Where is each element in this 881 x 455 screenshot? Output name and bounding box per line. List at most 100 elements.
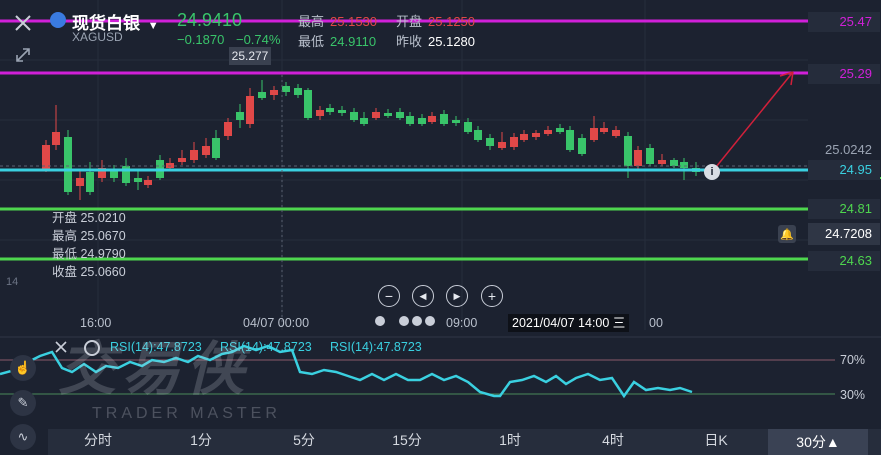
close-icon [15,15,31,31]
rsi-label-3: RSI(14):47.8723 [330,340,422,354]
axis-fragment: 14 [6,276,19,288]
candle-body [520,134,528,140]
close-button[interactable] [10,10,36,36]
candle-body [350,112,358,120]
candle-body [600,128,608,132]
cursor-tool-icon[interactable]: ☝ [10,355,36,381]
scroll-back-button[interactable]: ◀ [412,285,434,307]
watermark-subtitle: TRADER MASTER [92,405,281,422]
candle-body [64,137,72,192]
candle-body [396,112,404,118]
quote-low: 最低 24.9110 [298,34,377,49]
tf-1m[interactable]: 1分 [171,430,231,450]
tf-4h[interactable]: 4时 [583,430,643,450]
shrink-icon [16,48,30,62]
ohlc-close: 收盘 25.0660 [52,265,126,279]
level-tag-24-81[interactable]: 24.81 [808,199,880,219]
page-dot[interactable] [399,316,409,326]
ohlc-high: 最高 25.0670 [52,229,126,243]
zoom-out-button[interactable]: − [378,285,400,307]
candle-body [202,146,210,155]
level-tag-25-47[interactable]: 25.47 [808,12,880,32]
info-icon[interactable]: i [704,164,720,180]
candle-body [236,112,244,120]
candle-body [212,138,220,158]
candle-body [76,178,84,186]
candle-body [270,90,278,95]
page-dot[interactable] [425,316,435,326]
candle-body [464,122,472,132]
watermark-logo: 交易侠 [58,337,251,402]
change-percent: −0.74% [235,32,281,47]
candle-body [498,142,506,148]
rsi-level-70: 70% [840,353,866,367]
time-label-3: 09:00 [446,316,478,330]
page-dot[interactable] [412,316,422,326]
symbol-logo-icon [50,12,66,28]
candle-body [294,88,302,95]
ohlc-low: 最低 24.9790 [52,247,126,261]
candle-body [178,158,186,162]
bell-icon[interactable]: 🔔 [778,225,796,243]
candle-body [590,128,598,140]
zoom-in-button[interactable]: + [481,285,503,307]
crosshair-time-label: 2021/04/07 14:00 三 [508,314,630,332]
pager-dots[interactable] [375,316,435,326]
price-change: −0.1870 −0.74% [177,32,280,47]
candle-body [372,112,380,118]
candle-body [544,130,552,134]
candle-body [624,136,632,166]
candle-body [190,150,198,160]
candle-body [338,110,346,113]
rsi-level-30: 30% [840,388,866,402]
candle-body [86,172,94,192]
pen-tool-icon[interactable]: ✎ [10,390,36,416]
candle-body [680,162,688,168]
ohlc-open: 开盘 25.0210 [52,211,126,225]
candle-body [282,86,290,92]
tf-1h[interactable]: 1时 [480,430,540,450]
level-tag-24-95[interactable]: 24.95 [808,160,880,180]
high-callout: 25.277 [229,47,271,65]
time-label-2: 04/07 00:00 [243,316,310,330]
candle-body [612,130,620,136]
alert-price-tag[interactable]: 24.7208 [808,223,880,245]
candle-body [304,90,312,118]
quote-prev-close: 昨收 25.1280 [396,34,476,49]
level-tag-25-29[interactable]: 25.29 [808,64,880,84]
candle-body [144,180,152,185]
candle-body [670,160,678,166]
page-dot[interactable] [375,316,385,326]
collapse-button[interactable] [10,42,36,68]
symbol-code: XAGUSD [72,30,123,44]
candle-body [258,92,266,98]
tf-5m[interactable]: 5分 [274,430,334,450]
candle-body [326,108,334,112]
candle-body [556,128,564,132]
candle-body [474,130,482,140]
candle-body [224,122,232,136]
quote-open: 开盘 25.1250 [396,14,476,29]
scroll-forward-button[interactable]: ▶ [446,285,468,307]
candle-body [440,114,448,124]
candle-body [578,138,586,154]
tf-tick[interactable]: 分时 [68,430,128,450]
candle-body [316,110,324,116]
time-label-tail: 00 [649,316,663,330]
candle-body [486,138,494,146]
candle-body [418,118,426,124]
candle-body [452,120,460,123]
indicator-tool-icon[interactable]: ∿ [10,424,36,450]
change-value: −0.1870 [177,32,225,47]
skip-forward-icon: ▶ [453,290,461,301]
candle-body [532,133,540,137]
tf-15m[interactable]: 15分 [377,430,437,450]
level-tag-24-63[interactable]: 24.63 [808,251,880,271]
candle-body [510,137,518,147]
candle-body [406,116,414,124]
quote-high: 最高 25.1530 [298,14,378,29]
tf-30m-selected[interactable]: 30分▲ [768,429,868,455]
candle-body [246,96,254,124]
tf-daily[interactable]: 日K [686,430,746,450]
candle-body [134,178,142,182]
